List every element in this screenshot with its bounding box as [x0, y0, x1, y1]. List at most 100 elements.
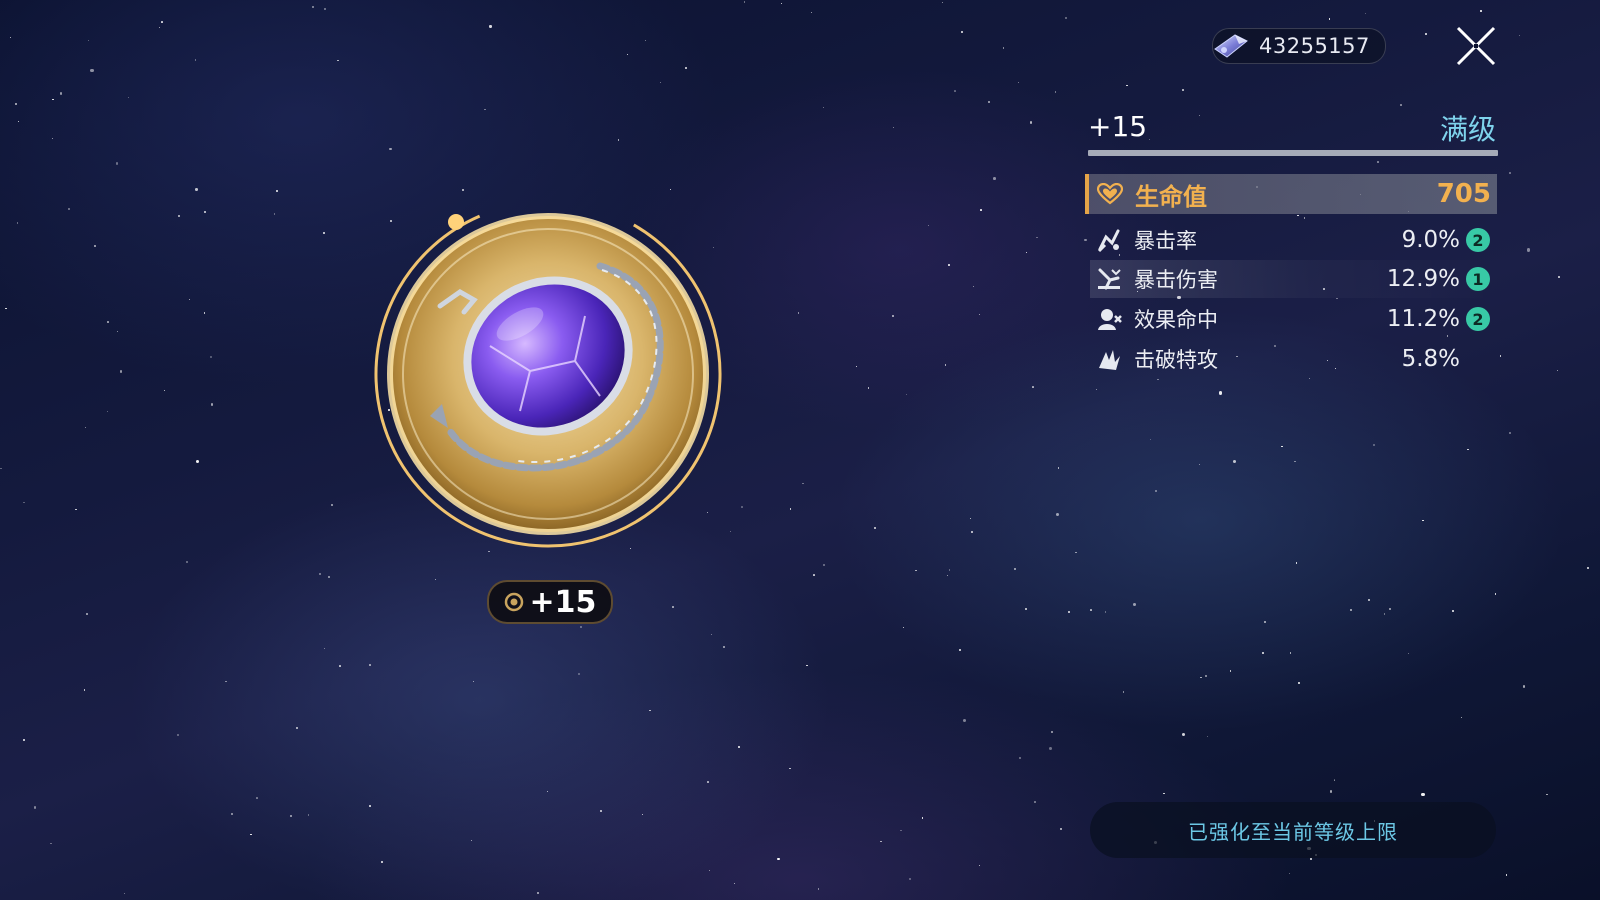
star: [733, 883, 736, 885]
star: [1368, 599, 1371, 602]
star: [1303, 216, 1306, 219]
star: [1425, 33, 1428, 36]
star: [993, 177, 997, 181]
star: [461, 188, 464, 191]
star: [1048, 746, 1052, 751]
star: [322, 232, 325, 235]
star: [1281, 445, 1283, 448]
main-stat-name: 生命值: [1135, 182, 1207, 211]
star: [961, 30, 964, 33]
sub-stat-row: 暴击率 9.0% 2: [1090, 221, 1496, 259]
star: [969, 517, 972, 520]
star: [1104, 610, 1107, 613]
sub-stat-row: 效果命中 11.2% 2: [1090, 300, 1496, 338]
heart-icon: [1097, 183, 1123, 205]
star: [1232, 459, 1237, 463]
star: [789, 768, 791, 770]
star: [389, 148, 392, 151]
star: [323, 8, 326, 11]
crit-rate-icon: [1097, 229, 1120, 253]
star: [1002, 47, 1005, 49]
star: [1198, 463, 1201, 466]
star: [547, 790, 549, 792]
sub-stat-row: 击破特攻 5.8%: [1090, 340, 1496, 378]
star: [1205, 675, 1207, 677]
star: [0, 467, 3, 470]
star: [867, 387, 870, 389]
star: [1289, 652, 1292, 654]
sub-stat-name: 效果命中: [1134, 308, 1218, 332]
star: [710, 633, 713, 636]
star: [644, 40, 646, 42]
star: [186, 561, 188, 563]
star: [780, 2, 782, 4]
star: [1297, 214, 1300, 217]
star: [50, 842, 52, 845]
star: [823, 107, 825, 109]
star: [1154, 489, 1157, 492]
sub-stat-name: 暴击率: [1134, 229, 1197, 253]
star: [16, 222, 19, 224]
star: [1329, 18, 1331, 20]
star: [812, 573, 815, 576]
star: [941, 1, 944, 4]
star: [536, 892, 539, 895]
star: [1373, 443, 1376, 446]
star: [203, 312, 205, 314]
star: [979, 313, 981, 316]
star: [1181, 732, 1185, 736]
star: [1526, 248, 1530, 252]
relic-level-badge: +15: [487, 580, 613, 624]
star: [178, 214, 181, 217]
star: [124, 892, 126, 894]
star: [627, 54, 629, 56]
star: [338, 665, 341, 668]
star: [1264, 620, 1267, 623]
star: [1408, 653, 1410, 655]
star: [194, 188, 198, 192]
star: [1308, 378, 1311, 380]
star: [473, 680, 475, 682]
star: [1586, 566, 1589, 569]
star: [962, 719, 967, 723]
star: [948, 569, 950, 571]
star: [17, 120, 20, 123]
star: [255, 796, 258, 799]
main-stat-row: 生命值 705: [1085, 174, 1497, 214]
star: [892, 126, 895, 129]
currency-display: 43255157: [1212, 28, 1386, 64]
star: [797, 312, 800, 314]
star: [1056, 512, 1060, 516]
star: [489, 25, 492, 28]
star: [1219, 391, 1223, 395]
star: [1509, 431, 1512, 434]
star: [1057, 467, 1059, 469]
star: [307, 814, 310, 816]
star: [327, 575, 331, 579]
star: [777, 857, 780, 861]
max-level-label: 满级: [1439, 113, 1496, 146]
star: [75, 508, 77, 511]
star: [1452, 610, 1455, 613]
star: [1422, 519, 1424, 522]
star: [659, 81, 661, 83]
star: [177, 733, 180, 737]
star: [970, 530, 973, 533]
star: [331, 503, 334, 506]
star: [1032, 386, 1035, 389]
max-enhanced-button[interactable]: 已强化至当前等级上限: [1090, 802, 1496, 858]
level-header: +15 满级: [1088, 106, 1496, 152]
close-icon[interactable]: [1454, 24, 1498, 68]
star: [915, 569, 918, 572]
star: [953, 89, 956, 92]
star: [1294, 461, 1296, 463]
star: [337, 59, 339, 62]
star: [290, 814, 293, 817]
star: [817, 888, 820, 890]
star: [319, 573, 321, 575]
star: [1480, 10, 1482, 12]
star: [1157, 378, 1159, 381]
star: [891, 314, 894, 317]
star: [1025, 607, 1028, 610]
star: [369, 805, 372, 808]
